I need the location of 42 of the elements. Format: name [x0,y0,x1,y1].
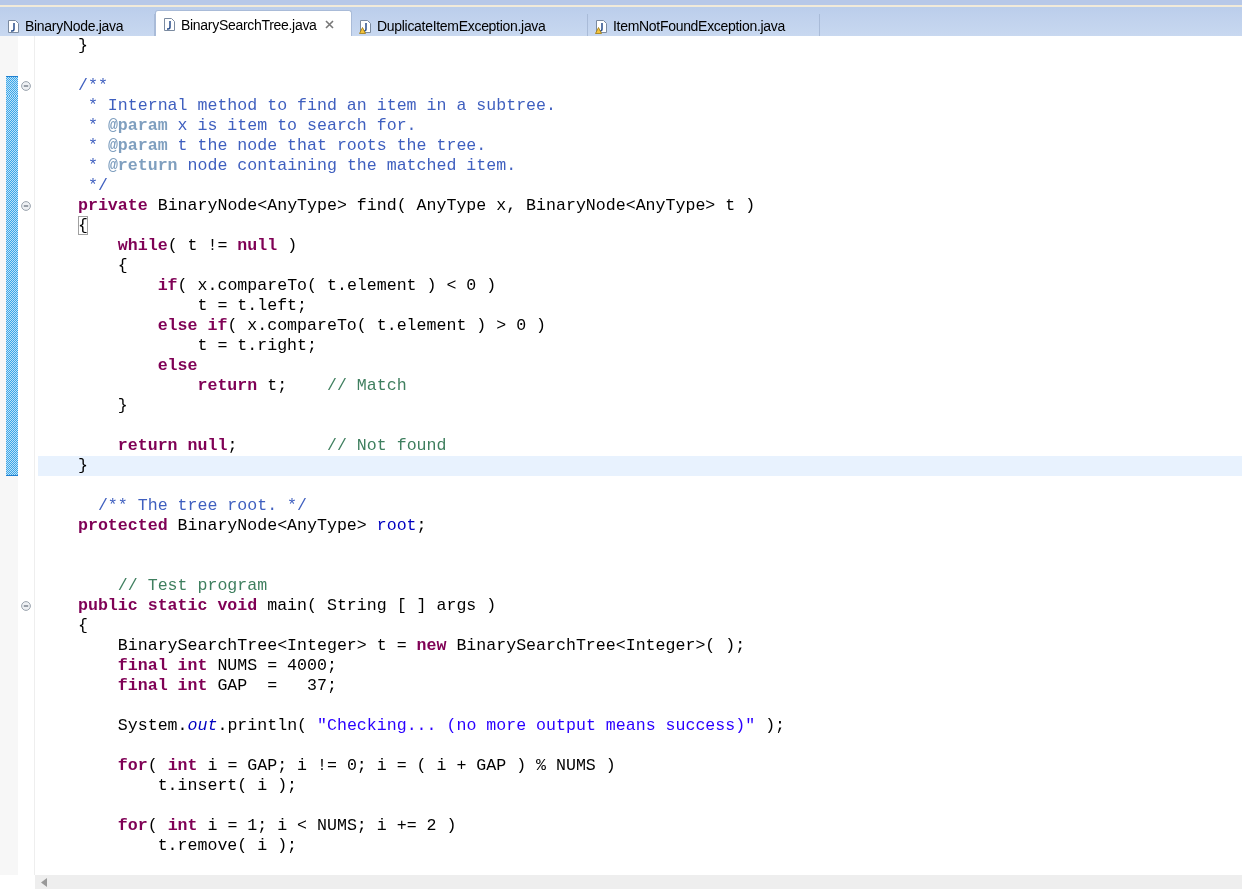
java-file-warning-icon [595,18,608,34]
code-line: public static void main( String [ ] args ) [77,596,498,616]
collapse-icon[interactable] [21,201,31,211]
collapse-icon[interactable] [21,81,31,91]
code-line: */ [86,176,109,196]
code-line: BinarySearchTree<Integer> t = new BinarySearchTree<Integer>( ); [116,636,747,656]
collapse-icon[interactable] [21,601,31,611]
scroll-left-icon[interactable] [41,877,47,887]
code-line: System.out.println( "Checking... (no more output means success)" ); [116,716,787,736]
code-line: } [77,36,89,56]
code-line: else if( x.compareTo( t.element ) > 0 ) [156,316,548,336]
code-line: return null; // Not found [116,436,448,456]
editor-tab[interactable]: BinarySearchTree.java [155,10,352,38]
java-file-icon [7,18,20,34]
code-line: { [77,616,89,636]
code-line: * @param t the node that roots the tree. [86,136,488,156]
code-line: if( x.compareTo( t.element ) < 0 ) [156,276,498,296]
code-line: /** [77,76,109,96]
code-line: { [77,216,89,236]
code-line: } [116,396,129,416]
code-line: t.insert( i ); [156,776,299,796]
close-icon[interactable] [324,20,334,29]
code-line: final int GAP = 37; [116,676,338,696]
code-line: for( int i = GAP; i != 0; i = ( i + GAP ) % NUMS ) [116,756,617,776]
code-line: { [116,256,129,276]
code-line: return t; // Match [196,376,408,396]
code-line: /** The tree root. */ [96,496,309,516]
code-line: for( int i = 1; i < NUMS; i += 2 ) [116,816,458,836]
code-line: t = t.right; [196,336,318,356]
java-file-icon [163,17,176,32]
code-line: private BinaryNode<AnyType> find( AnyType x, BinaryNode<AnyType> t ) [77,196,757,216]
code-line: * @return node containing the matched item. [86,156,518,176]
code-line: * Internal method to find an item in a subtree. [86,96,557,116]
code-line: while( t != null ) [116,236,299,256]
code-line: t = t.left; [196,296,309,316]
code-line: final int NUMS = 4000; [116,656,338,676]
code-line: t.remove( i ); [156,836,299,856]
code-line: // Test program [116,576,269,596]
code-line: else [156,356,199,376]
code-line: protected BinaryNode<AnyType> root; [77,516,428,536]
java-file-warning-icon [359,18,372,34]
code-line: * @param x is item to search for. [86,116,418,136]
